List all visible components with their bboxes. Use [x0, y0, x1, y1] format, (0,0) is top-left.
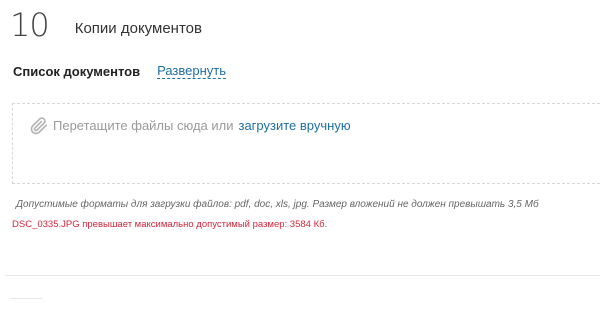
allowed-formats-hint: Допустимые форматы для загрузки файлов: … [16, 199, 539, 210]
section-divider [5, 275, 600, 276]
file-size-error: DSC_0335.JPG превышает максимально допус… [12, 219, 328, 230]
dropzone-prompt: Перетащите файлы сюда или [53, 118, 234, 133]
upload-manually-link[interactable]: загрузите вручную [238, 118, 350, 133]
section-title: Копии документов [74, 20, 202, 37]
paperclip-icon [30, 117, 48, 135]
expand-link[interactable]: Развернуть [157, 63, 227, 79]
file-dropzone[interactable]: Перетащите файлы сюда или загрузите вручн… [12, 103, 600, 184]
section-number: 10 [10, 6, 50, 44]
document-list-label: Список документов [13, 63, 141, 79]
document-list-row: Список документов Развернуть [13, 62, 227, 80]
dropzone-text: Перетащите файлы сюда или загрузите вручн… [53, 118, 351, 134]
section-header: 10 Копии документов [10, 5, 202, 45]
short-divider [10, 298, 42, 299]
